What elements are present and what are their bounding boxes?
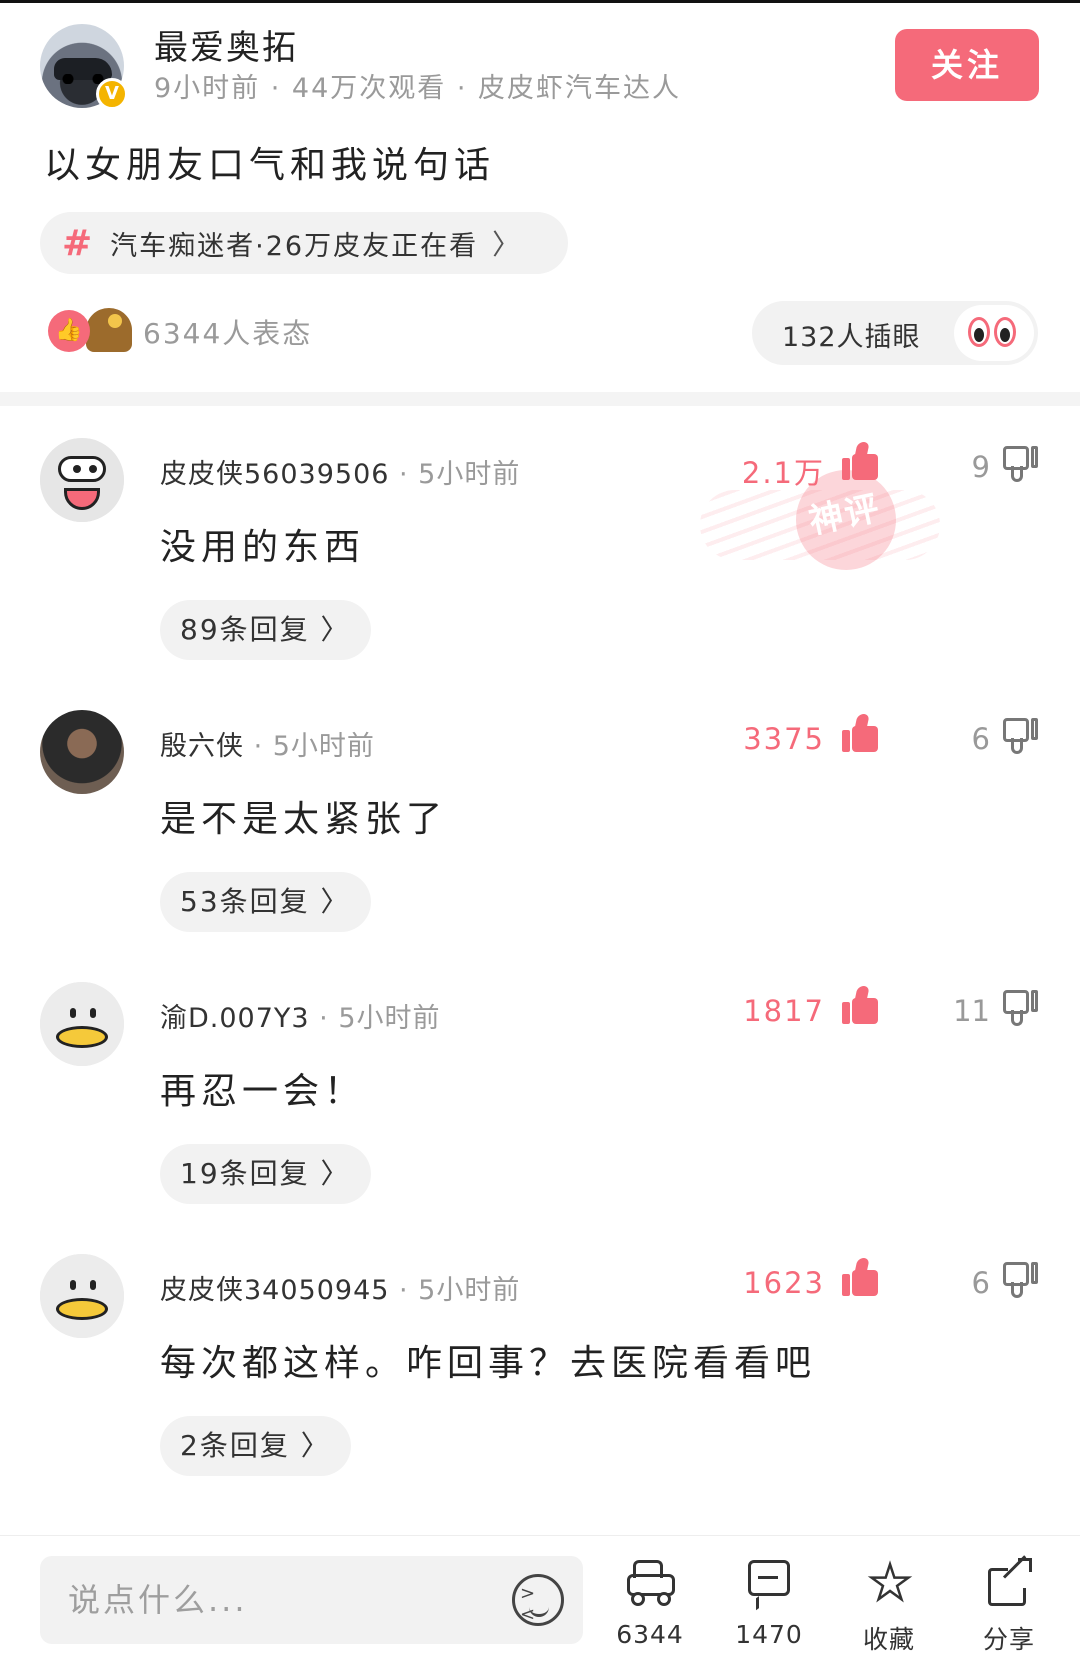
dislike-count: 9 [971, 450, 990, 484]
v-badge-icon: V [96, 78, 128, 110]
commenter-avatar[interactable] [40, 1254, 124, 1338]
favorite-label: 收藏 [862, 1625, 915, 1654]
commenter-avatar[interactable] [40, 438, 124, 522]
like-count: 1817 [743, 994, 825, 1028]
author-meta: 9小时前 · 44万次观看 · 皮皮虾汽车达人 [154, 73, 682, 104]
thumbs-up-icon[interactable] [842, 442, 880, 480]
comment-time: · 5小时前 [389, 1275, 521, 1306]
emoji-icon[interactable] [512, 1574, 564, 1626]
car-count: 6344 [616, 1620, 684, 1649]
comment-time: · 5小时前 [309, 1003, 441, 1034]
commenter-name[interactable]: 皮皮侠56039506 · 5小时前 [160, 452, 520, 491]
comment-bubble-icon [744, 1558, 796, 1611]
dislike-count: 6 [971, 722, 990, 756]
replies-button[interactable]: 53条回复 〉 [160, 872, 371, 932]
comment-text: 再忍一会！ [160, 1071, 366, 1112]
thumbs-down-icon[interactable] [1003, 446, 1039, 484]
eyes-icon [954, 305, 1034, 361]
share-label: 分享 [982, 1625, 1035, 1654]
share-button[interactable]: 分享 [964, 1555, 1054, 1656]
bottom-action-bar: 6344 1470 ★ 收藏 分享 [0, 1535, 1080, 1665]
mole-reaction-icon [86, 308, 132, 352]
hashtag-icon: # [62, 222, 95, 264]
replies-button[interactable]: 2条回复 〉 [160, 1416, 351, 1476]
top-edge-line [0, 0, 1080, 3]
thumbs-up-icon[interactable] [842, 714, 880, 752]
author-name[interactable]: 最爱奥拓 [154, 20, 298, 69]
peek-label: 132人插眼 [782, 322, 921, 353]
follow-button[interactable]: 关注 [895, 29, 1039, 101]
comment-item: 殷六侠 · 5小时前 是不是太紧张了 53条回复 〉 3375 6 [0, 710, 1080, 982]
comment-text: 没用的东西 [160, 527, 366, 568]
like-reaction-icon: 👍 [48, 310, 90, 352]
comment-text: 是不是太紧张了 [160, 799, 448, 840]
car-button[interactable]: 6344 [605, 1556, 695, 1656]
commenter-name[interactable]: 殷六侠 · 5小时前 [160, 724, 375, 763]
comment-text: 每次都这样。咋回事？去医院看看吧 [160, 1343, 817, 1384]
topic-label: 汽车痴迷者·26万皮友正在看 [110, 230, 479, 262]
favorite-button[interactable]: ★ 收藏 [844, 1556, 934, 1656]
peek-button[interactable]: 132人插眼 [752, 301, 1038, 365]
comment-item: 渝D.007Y3 · 5小时前 再忍一会！ 19条回复 〉 1817 11 [0, 982, 1080, 1254]
star-icon: ★ [867, 1555, 913, 1611]
reactions-count: 6344人表态 [143, 317, 313, 350]
like-count: 2.1万 [741, 456, 825, 490]
thumbs-down-icon[interactable] [1003, 990, 1039, 1028]
share-icon [984, 1555, 1036, 1608]
thumbs-down-icon[interactable] [1003, 1262, 1039, 1300]
like-count: 1623 [743, 1266, 825, 1300]
commenter-avatar[interactable] [40, 982, 124, 1066]
dislike-count: 11 [953, 994, 990, 1028]
chevron-right-icon: 〉 [492, 228, 523, 261]
replies-button[interactable]: 89条回复 〉 [160, 600, 371, 660]
comment-count: 1470 [735, 1620, 803, 1649]
comment-time: · 5小时前 [244, 731, 375, 762]
thumbs-up-icon[interactable] [842, 1258, 880, 1296]
post-title: 以女朋友口气和我说句话 [44, 145, 496, 186]
commenter-name[interactable]: 渝D.007Y3 · 5小时前 [160, 996, 441, 1035]
comment-input[interactable] [40, 1556, 583, 1644]
author-avatar[interactable]: V [40, 24, 128, 110]
comment-time: · 5小时前 [389, 459, 521, 490]
commenter-avatar[interactable] [40, 710, 124, 794]
comment-item: 皮皮侠34050945 · 5小时前 每次都这样。咋回事？去医院看看吧 2条回复… [0, 1254, 1080, 1526]
like-count: 3375 [743, 722, 825, 756]
comment-button[interactable]: 1470 [724, 1556, 814, 1656]
comment-item: 皮皮侠56039506 · 5小时前 没用的东西 89条回复 〉 2.1万 9 [0, 438, 1080, 710]
car-photo-icon [54, 58, 112, 84]
section-divider [0, 392, 1080, 406]
commenter-name[interactable]: 皮皮侠34050945 · 5小时前 [160, 1268, 520, 1307]
post-header: V 最爱奥拓 9小时前 · 44万次观看 · 皮皮虾汽车达人 关注 [0, 20, 1080, 120]
car-icon [625, 1558, 677, 1608]
topic-pill[interactable]: # 汽车痴迷者·26万皮友正在看 〉 [40, 212, 568, 274]
thumbs-down-icon[interactable] [1003, 718, 1039, 756]
replies-button[interactable]: 19条回复 〉 [160, 1144, 371, 1204]
thumbs-up-icon[interactable] [842, 986, 880, 1024]
dislike-count: 6 [971, 1266, 990, 1300]
